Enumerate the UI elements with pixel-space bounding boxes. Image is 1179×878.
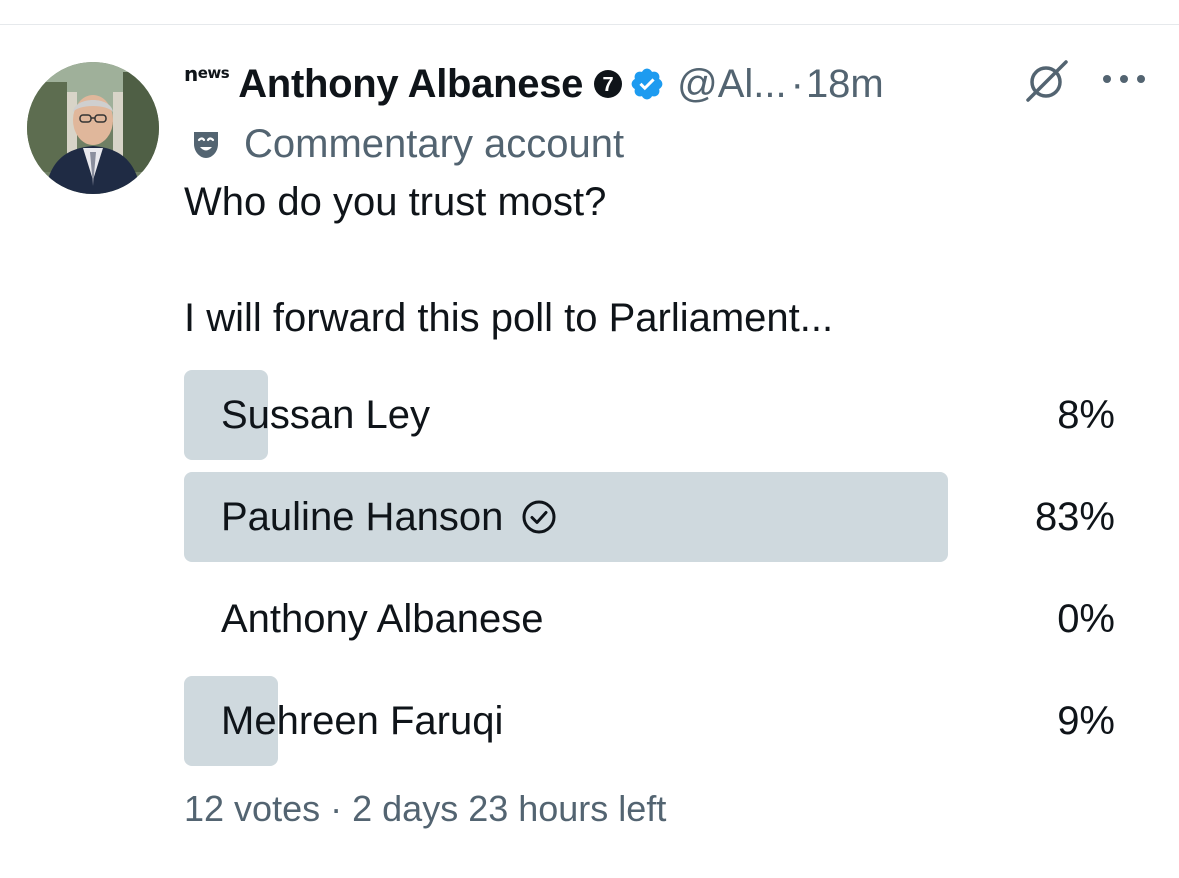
tweet-text-line-2: I will forward this poll to Parliament..… xyxy=(184,296,834,340)
poll-option-label: Sussan Ley xyxy=(221,392,431,437)
separator-dot: · xyxy=(790,61,804,106)
theater-mask-icon xyxy=(194,132,218,158)
poll-option-percent: 9% xyxy=(1057,698,1115,743)
commentary-account-label: Commentary account xyxy=(190,120,624,168)
post-time[interactable]: 18m xyxy=(806,62,884,107)
poll-option-percent: 8% xyxy=(1057,392,1115,437)
poll-option-percent: 83% xyxy=(1034,494,1115,539)
author-handle[interactable]: @Al... xyxy=(677,62,787,107)
poll-option[interactable]: Sussan Ley 8% xyxy=(184,370,1118,460)
poll-meta: 12 votes · 2 days 23 hours left xyxy=(184,788,666,830)
poll-option-percent: 0% xyxy=(1057,596,1115,641)
poll-votes: 12 votes xyxy=(184,788,321,829)
poll-option[interactable]: Anthony Albanese 0% xyxy=(184,574,1118,664)
news-logo: news xyxy=(184,62,230,86)
poll-option-label: Mehreen Faruqi xyxy=(221,698,504,743)
poll-option[interactable]: Mehreen Faruqi 9% xyxy=(184,676,1118,766)
top-divider xyxy=(0,24,1179,25)
grok-icon[interactable] xyxy=(1022,58,1072,104)
check-circle-icon xyxy=(522,500,556,534)
svg-text:7: 7 xyxy=(603,74,614,96)
tweet-text-line-1: Who do you trust most? xyxy=(184,180,607,224)
poll: Sussan Ley 8% Pauline Hanson 83% Anthony… xyxy=(184,370,1118,778)
number-7-badge-icon: 7 xyxy=(594,70,623,98)
poll-option-label: Pauline Hanson xyxy=(221,472,557,562)
more-dots-icon[interactable] xyxy=(1100,72,1148,86)
verified-check-icon xyxy=(631,68,663,100)
tweet-header: news Anthony Albanese 7 @Al... · 18m xyxy=(184,58,884,110)
poll-option[interactable]: Pauline Hanson 83% xyxy=(184,472,1118,562)
poll-meta-separator: · xyxy=(330,788,343,829)
poll-option-label: Anthony Albanese xyxy=(221,596,544,641)
author-name[interactable]: Anthony Albanese xyxy=(238,62,583,107)
poll-time-left: 2 days 23 hours left xyxy=(352,788,667,829)
avatar[interactable] xyxy=(27,62,159,194)
commentary-text: Commentary account xyxy=(244,121,625,166)
